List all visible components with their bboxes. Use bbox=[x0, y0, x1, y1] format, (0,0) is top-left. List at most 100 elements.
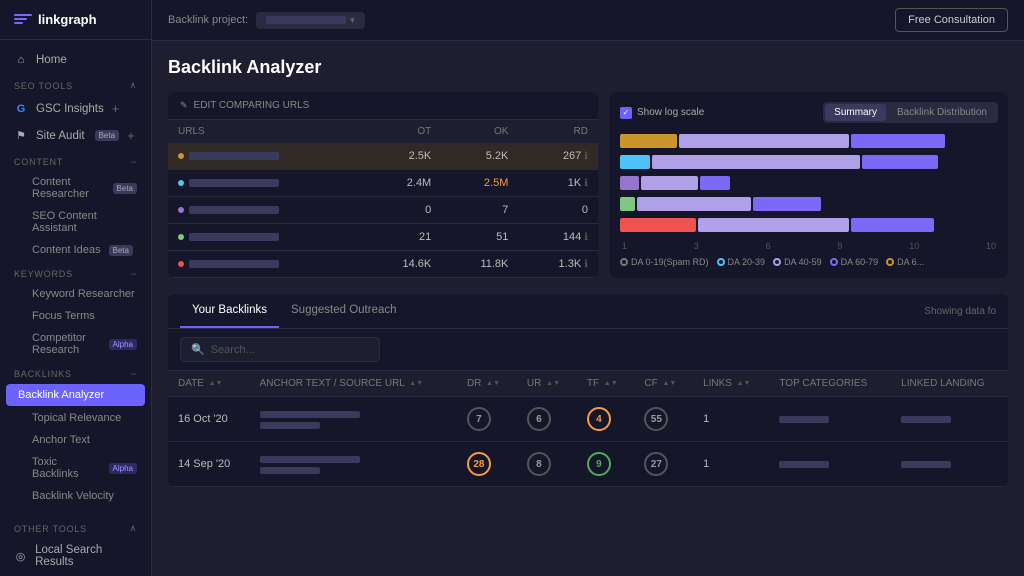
sidebar-item-backlink-velocity[interactable]: Backlink Velocity bbox=[0, 485, 151, 507]
tab-backlink-distribution[interactable]: Backlink Distribution bbox=[888, 104, 996, 121]
sidebar-item-competitor-research[interactable]: Competitor Research Alpha bbox=[0, 327, 151, 361]
backlink-url-link[interactable] bbox=[260, 454, 447, 465]
th-date: DATE ▲▼ bbox=[168, 371, 250, 397]
th-anchor-url: ANCHOR TEXT / SOURCE URL ▲▼ bbox=[250, 371, 457, 397]
backlink-table-row: 14 Sep '202889271 bbox=[168, 442, 1008, 487]
ok-cell: 2.5M bbox=[441, 170, 518, 197]
th-tf: TF ▲▼ bbox=[577, 371, 634, 397]
sidebar-item-keyword-researcher[interactable]: Keyword Researcher bbox=[0, 283, 151, 305]
ok-cell: 5.2K bbox=[441, 143, 518, 170]
project-selector[interactable]: ▾ bbox=[256, 12, 365, 29]
project-label: Backlink project: bbox=[168, 14, 248, 26]
gsc-icon: G bbox=[14, 103, 28, 115]
chart-bar-segment bbox=[637, 197, 750, 211]
toxic-backlinks-badge: Alpha bbox=[109, 463, 137, 474]
sidebar-item-local-search[interactable]: ◎ Local Search Results bbox=[0, 538, 151, 574]
logo[interactable]: linkgraph bbox=[0, 0, 151, 40]
chart-bar-segment bbox=[641, 176, 698, 190]
info-icon[interactable]: ℹ bbox=[584, 151, 588, 162]
backlink-linked-landing bbox=[891, 442, 1008, 487]
project-value-redacted bbox=[266, 16, 346, 24]
chart-bar-row bbox=[620, 133, 998, 149]
backlinks-table: DATE ▲▼ ANCHOR TEXT / SOURCE URL ▲▼ DR ▲… bbox=[168, 371, 1008, 487]
tab-suggested-outreach[interactable]: Suggested Outreach bbox=[279, 294, 409, 328]
sidebar-item-seo-content-assistant[interactable]: SEO Content Assistant bbox=[0, 205, 151, 239]
edit-label: EDIT COMPARING URLS bbox=[194, 100, 310, 111]
sidebar-item-home[interactable]: ⌂ Home bbox=[0, 48, 151, 72]
chart-bar-segment bbox=[620, 197, 635, 211]
rd-cell: 267ℹ bbox=[518, 143, 598, 170]
dropdown-arrow: ▾ bbox=[350, 15, 355, 26]
sidebar-item-topical-relevance[interactable]: Topical Relevance bbox=[0, 407, 151, 429]
ot-cell: 0 bbox=[363, 197, 441, 224]
info-icon[interactable]: ℹ bbox=[584, 232, 588, 243]
metric-ur: 6 bbox=[517, 397, 577, 442]
url-cell bbox=[168, 143, 363, 170]
section-label-seo-tools: SEO TOOLS ∧ bbox=[0, 72, 151, 95]
ot-cell: 2.4M bbox=[363, 170, 441, 197]
url-redacted bbox=[189, 260, 279, 268]
sidebar-item-content-researcher[interactable]: Content Researcher Beta bbox=[0, 171, 151, 205]
url-table-row: 2151144ℹ bbox=[168, 224, 598, 251]
sidebar-item-focus-terms[interactable]: Focus Terms bbox=[0, 305, 151, 327]
chart-bar-segment bbox=[700, 176, 730, 190]
legend-dot bbox=[886, 258, 894, 266]
metric-cf: 27 bbox=[634, 442, 693, 487]
legend-item: DA 6... bbox=[886, 257, 924, 267]
info-icon[interactable]: ℹ bbox=[584, 259, 588, 270]
backlink-top-categories bbox=[769, 442, 891, 487]
log-scale-checkbox[interactable]: ✓ bbox=[620, 107, 632, 119]
ot-cell: 2.5K bbox=[363, 143, 441, 170]
tab-summary[interactable]: Summary bbox=[825, 104, 886, 121]
chart-bar-segment bbox=[620, 155, 650, 169]
legend-label: DA 20-39 bbox=[728, 257, 766, 267]
info-icon[interactable]: ℹ bbox=[584, 178, 588, 189]
section-label-keywords: Keywords − bbox=[0, 261, 151, 283]
bar-chart bbox=[620, 133, 998, 233]
chart-bar-segment bbox=[851, 218, 934, 232]
url-redacted bbox=[189, 233, 279, 241]
url-cell bbox=[168, 224, 363, 251]
rd-cell: 144ℹ bbox=[518, 224, 598, 251]
url-cell bbox=[168, 251, 363, 278]
backlinks-tabs-bar: Your Backlinks Suggested Outreach Showin… bbox=[168, 294, 1008, 329]
col-ok: OK bbox=[441, 120, 518, 143]
ot-cell: 21 bbox=[363, 224, 441, 251]
col-urls: URLS bbox=[168, 120, 363, 143]
sidebar-item-gsc-insights[interactable]: G GSC Insights + bbox=[0, 95, 151, 122]
ok-cell: 7 bbox=[441, 197, 518, 224]
chart-bar-segment bbox=[620, 134, 677, 148]
rd-cell: 1Kℹ bbox=[518, 170, 598, 197]
page-title: Backlink Analyzer bbox=[168, 57, 1008, 78]
show-log-scale-control[interactable]: ✓ Show log scale bbox=[620, 107, 704, 119]
site-audit-add[interactable]: + bbox=[127, 128, 135, 143]
search-placeholder: Search... bbox=[211, 344, 255, 356]
search-wrapper[interactable]: 🔍 Search... bbox=[180, 337, 380, 362]
sidebar-item-toxic-backlinks[interactable]: Toxic Backlinks Alpha bbox=[0, 451, 151, 485]
sidebar-item-content-ideas[interactable]: Content Ideas Beta bbox=[0, 239, 151, 261]
search-icon: 🔍 bbox=[191, 343, 205, 356]
backlink-url bbox=[250, 397, 457, 442]
sidebar-item-backlink-analyzer[interactable]: Backlink Analyzer bbox=[6, 384, 145, 406]
site-audit-icon: ⚑ bbox=[14, 129, 28, 142]
backlink-linked-landing bbox=[891, 397, 1008, 442]
sidebar-item-site-audit[interactable]: ⚑ Site Audit Beta + bbox=[0, 122, 151, 149]
url-redacted bbox=[189, 206, 279, 214]
legend-item: DA 60-79 bbox=[830, 257, 879, 267]
metric-cf: 55 bbox=[634, 397, 693, 442]
backlink-date: 16 Oct '20 bbox=[168, 397, 250, 442]
backlink-url-link[interactable] bbox=[260, 409, 447, 420]
legend-label: DA 40-59 bbox=[784, 257, 822, 267]
url-cell bbox=[168, 170, 363, 197]
gsc-insights-add[interactable]: + bbox=[112, 101, 120, 116]
sidebar-item-anchor-text[interactable]: Anchor Text bbox=[0, 429, 151, 451]
log-scale-label: Show log scale bbox=[637, 107, 704, 118]
gsc-insights-label: GSC Insights bbox=[36, 103, 104, 115]
metric-tf: 9 bbox=[577, 442, 634, 487]
legend-item: DA 0-19(Spam RD) bbox=[620, 257, 709, 267]
free-consultation-button[interactable]: Free Consultation bbox=[895, 8, 1008, 32]
tab-your-backlinks[interactable]: Your Backlinks bbox=[180, 294, 279, 328]
backlink-links: 1 bbox=[693, 397, 769, 442]
chart-bar-row bbox=[620, 175, 998, 191]
edit-comparing-urls-bar[interactable]: ✎ EDIT COMPARING URLS bbox=[168, 92, 598, 120]
